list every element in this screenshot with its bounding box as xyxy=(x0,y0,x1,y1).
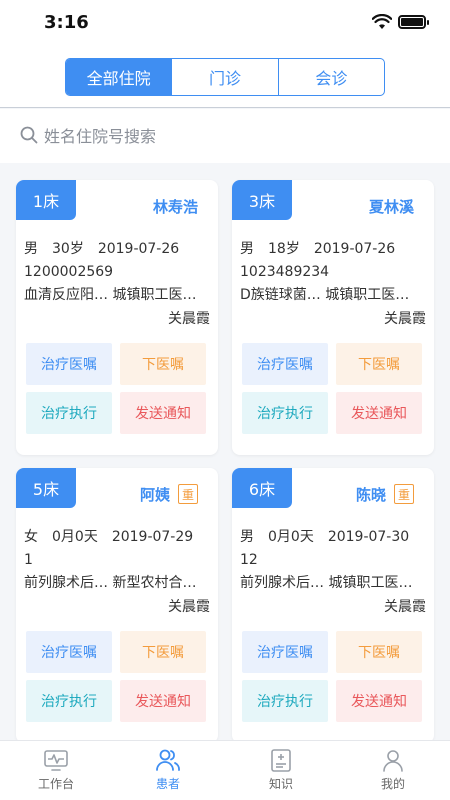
tab-mine[interactable]: 我的 xyxy=(363,747,423,799)
patient-admission-number: 12 xyxy=(240,552,258,568)
patient-info: 男 30岁 2019-07-26 1200002569 血清反应阳… 城镇职工医… xyxy=(24,238,214,307)
place-order-button[interactable]: 下医嘱 xyxy=(336,343,422,385)
tab-label: 患者 xyxy=(155,777,180,791)
status-bar: 3:16 xyxy=(0,0,450,48)
search-icon xyxy=(20,126,38,148)
send-notice-button[interactable]: 发送通知 xyxy=(120,392,206,434)
bed-label: 3床 xyxy=(232,180,292,220)
patient-card[interactable]: 3床 夏林溪 男 18岁 2019-07-26 1023489234 D族链球菌… xyxy=(232,180,434,455)
patients-icon xyxy=(156,749,180,771)
monitor-icon xyxy=(44,750,68,771)
treatment-execute-button[interactable]: 治疗执行 xyxy=(26,392,112,434)
tab-outpatient[interactable]: 门诊 xyxy=(171,59,277,95)
doctor-name: 关晨霞 xyxy=(168,311,210,327)
patient-admission-number: 1023489234 xyxy=(240,264,330,280)
patient-admission-number: 1 xyxy=(24,552,33,568)
treatment-order-button[interactable]: 治疗医嘱 xyxy=(242,631,328,673)
patient-name: 阿姨 xyxy=(139,486,170,504)
search-input[interactable] xyxy=(44,121,424,151)
send-notice-button[interactable]: 发送通知 xyxy=(336,392,422,434)
tab-consultation[interactable]: 会诊 xyxy=(277,59,384,95)
patient-name: 陈晓 xyxy=(355,486,386,504)
wifi-icon xyxy=(371,13,393,34)
tab-knowledge[interactable]: 知识 xyxy=(251,747,311,799)
segmented-control: 全部住院 门诊 会诊 xyxy=(65,58,385,96)
send-notice-button[interactable]: 发送通知 xyxy=(336,680,422,722)
treatment-execute-button[interactable]: 治疗执行 xyxy=(242,392,328,434)
urgent-badge: 重 xyxy=(394,484,414,504)
tab-label: 我的 xyxy=(380,777,405,791)
patient-diagnosis-insurance: D族链球菌… 城镇职工医… xyxy=(240,287,410,303)
patient-gender-age-date: 男 0月0天 2019-07-30 xyxy=(240,529,410,545)
doctor-name: 关晨霞 xyxy=(384,599,426,615)
tab-label: 工作台 xyxy=(37,777,74,791)
patient-info: 男 0月0天 2019-07-30 12 前列腺术后… 城镇职工医… xyxy=(240,526,430,595)
search-bar xyxy=(0,109,450,163)
patient-name: 夏林溪 xyxy=(368,198,414,216)
patient-gender-age-date: 男 18岁 2019-07-26 xyxy=(240,241,396,257)
treatment-execute-button[interactable]: 治疗执行 xyxy=(26,680,112,722)
bottom-tab-bar: 工作台 患者 知识 我的 xyxy=(0,740,450,800)
patient-card[interactable]: 1床 林寿浩 男 30岁 2019-07-26 1200002569 血清反应阳… xyxy=(16,180,218,455)
patient-info: 女 0月0天 2019-07-29 1 前列腺术后… 新型农村合… xyxy=(24,526,214,595)
patient-diagnosis-insurance: 前列腺术后… 新型农村合… xyxy=(24,575,197,591)
tab-workbench[interactable]: 工作台 xyxy=(26,747,86,799)
patient-diagnosis-insurance: 血清反应阳… 城镇职工医… xyxy=(24,287,197,303)
place-order-button[interactable]: 下医嘱 xyxy=(120,631,206,673)
patient-card[interactable]: 5床 阿姨 重 女 0月0天 2019-07-29 1 前列腺术后… 新型农村合… xyxy=(16,468,218,740)
patient-gender-age-date: 男 30岁 2019-07-26 xyxy=(24,241,180,257)
treatment-execute-button[interactable]: 治疗执行 xyxy=(242,680,328,722)
patient-gender-age-date: 女 0月0天 2019-07-29 xyxy=(24,529,194,545)
treatment-order-button[interactable]: 治疗医嘱 xyxy=(26,631,112,673)
treatment-order-button[interactable]: 治疗医嘱 xyxy=(242,343,328,385)
treatment-order-button[interactable]: 治疗医嘱 xyxy=(26,343,112,385)
patient-card[interactable]: 6床 陈晓 重 男 0月0天 2019-07-30 12 前列腺术后… 城镇职工… xyxy=(232,468,434,740)
tab-label: 知识 xyxy=(268,777,293,791)
bed-label: 6床 xyxy=(232,468,292,508)
tab-patients[interactable]: 患者 xyxy=(138,747,198,799)
send-notice-button[interactable]: 发送通知 xyxy=(120,680,206,722)
doctor-name: 关晨霞 xyxy=(384,311,426,327)
urgent-badge: 重 xyxy=(178,484,198,504)
battery-icon xyxy=(398,15,429,29)
tab-all-inpatient[interactable]: 全部住院 xyxy=(66,59,172,95)
knowledge-icon xyxy=(271,749,291,772)
patient-grid: 1床 林寿浩 男 30岁 2019-07-26 1200002569 血清反应阳… xyxy=(0,165,450,740)
patient-info: 男 18岁 2019-07-26 1023489234 D族链球菌… 城镇职工医… xyxy=(240,238,430,307)
place-order-button[interactable]: 下医嘱 xyxy=(120,343,206,385)
profile-icon xyxy=(383,750,403,772)
segment-bar: 全部住院 门诊 会诊 xyxy=(0,48,450,108)
status-time: 3:16 xyxy=(44,12,89,33)
patient-admission-number: 1200002569 xyxy=(24,264,114,280)
patient-name: 林寿浩 xyxy=(152,198,198,216)
place-order-button[interactable]: 下医嘱 xyxy=(336,631,422,673)
bed-label: 1床 xyxy=(16,180,76,220)
bed-label: 5床 xyxy=(16,468,76,508)
doctor-name: 关晨霞 xyxy=(168,599,210,615)
patient-diagnosis-insurance: 前列腺术后… 城镇职工医… xyxy=(240,575,413,591)
